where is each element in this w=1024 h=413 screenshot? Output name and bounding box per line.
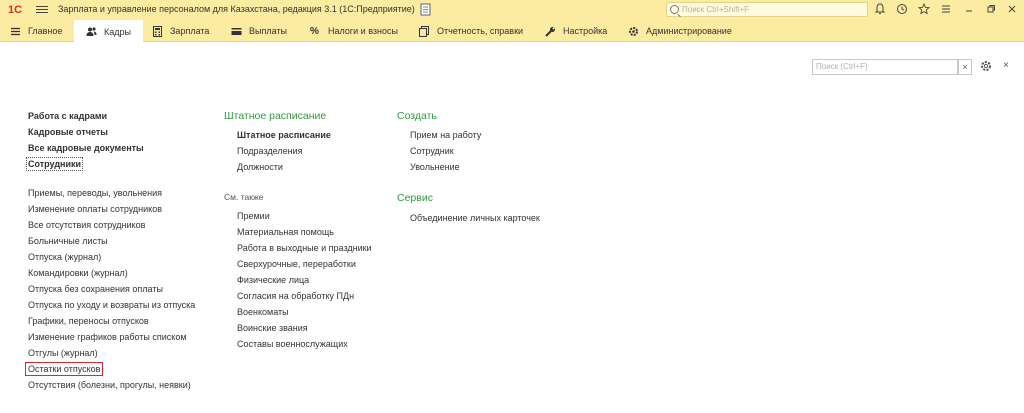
link-sick-leaves[interactable]: Больничные листы: [28, 235, 108, 247]
settings-menu-icon[interactable]: [939, 3, 953, 17]
bell-icon[interactable]: [873, 3, 887, 17]
nav-admin[interactable]: Администрирование: [628, 20, 732, 42]
link-absences[interactable]: Отсутствия (болезни, прогулы, неявки): [28, 379, 191, 391]
nav-reports-label: Отчетность, справки: [437, 26, 524, 36]
nav-main[interactable]: Главное: [10, 20, 62, 42]
nav-hr-label: Кадры: [104, 26, 131, 37]
nav-admin-label: Администрирование: [646, 26, 732, 36]
link-vacations-journal[interactable]: Отпуска (журнал): [28, 251, 101, 263]
nav-settings-label: Настройка: [563, 26, 608, 36]
heading-create: Создать: [397, 110, 437, 122]
nav-payments-label: Выплаты: [249, 26, 287, 36]
link-unpaid-leaves[interactable]: Отпуска без сохранения оплаты: [28, 283, 163, 295]
link-military-personnel[interactable]: Составы военнослужащих: [237, 338, 348, 350]
menu-lines-icon: [11, 27, 20, 35]
link-hr-reports[interactable]: Кадровые отчеты: [28, 126, 108, 138]
link-departments[interactable]: Подразделения: [237, 145, 302, 157]
window-title: Зарплата и управление персоналом для Каз…: [58, 4, 415, 14]
close-section-button[interactable]: ×: [1003, 60, 1009, 71]
card-icon: [231, 27, 242, 35]
heading-see-also: См. также: [224, 192, 264, 202]
app-logo: 1С: [8, 4, 23, 16]
global-search-input[interactable]: Поиск Ctrl+Shift+F: [666, 2, 868, 17]
link-all-absences[interactable]: Все отсутствия сотрудников: [28, 219, 145, 231]
gear-icon[interactable]: [980, 60, 992, 72]
link-overtime[interactable]: Сверхурочные, переработки: [237, 258, 356, 270]
nav-hr[interactable]: Кадры: [74, 20, 143, 43]
people-icon: [86, 27, 97, 36]
document-icon[interactable]: [420, 3, 432, 16]
link-holiday-work[interactable]: Работа в выходные и праздники: [237, 242, 372, 254]
link-pay-changes[interactable]: Изменение оплаты сотрудников: [28, 203, 162, 215]
percent-icon: %: [310, 25, 319, 37]
link-military-offices[interactable]: Военкоматы: [237, 306, 289, 318]
link-all-hr-documents[interactable]: Все кадровые документы: [28, 142, 144, 154]
close-window-icon[interactable]: [1005, 3, 1019, 17]
global-search-placeholder: Поиск Ctrl+Shift+F: [682, 5, 750, 14]
sections-panel: Главное Кадры Зарплата Выплаты % Налоги …: [0, 20, 1024, 43]
link-bonuses[interactable]: Премии: [237, 210, 270, 222]
link-data-consents[interactable]: Согласия на обработку ПДн: [237, 290, 354, 302]
link-staffing-table[interactable]: Штатное расписание: [237, 129, 331, 141]
star-icon[interactable]: [917, 2, 931, 17]
link-hirings-transfers[interactable]: Приемы, переводы, увольнения: [28, 187, 162, 199]
link-create-dismissal[interactable]: Увольнение: [410, 161, 460, 173]
heading-service: Сервис: [397, 192, 433, 204]
link-positions[interactable]: Должности: [237, 161, 283, 173]
link-hr-work[interactable]: Работа с кадрами: [28, 110, 107, 122]
link-individuals[interactable]: Физические лица: [237, 274, 309, 286]
link-schedule-changes[interactable]: Изменение графиков работы списком: [28, 331, 187, 343]
section-search-placeholder: Поиск (Ctrl+F): [816, 62, 868, 71]
link-military-ranks[interactable]: Воинские звания: [237, 322, 308, 334]
title-bar: 1С Зарплата и управление персоналом для …: [0, 0, 1024, 20]
link-vacation-schedules[interactable]: Графики, переносы отпусков: [28, 315, 149, 327]
link-financial-aid[interactable]: Материальная помощь: [237, 226, 334, 238]
wrench-icon: [545, 26, 555, 37]
nav-taxes[interactable]: % Налоги и взносы: [310, 20, 398, 42]
link-employees[interactable]: Сотрудники: [26, 157, 84, 171]
clear-search-button[interactable]: ×: [958, 59, 972, 75]
heading-staffing-table[interactable]: Штатное расписание: [224, 110, 326, 123]
nav-salary[interactable]: Зарплата: [152, 20, 209, 42]
link-parental-leaves[interactable]: Отпуска по уходу и возвраты из отпуска: [28, 299, 195, 311]
nav-settings[interactable]: Настройка: [545, 20, 607, 42]
calculator-icon: [153, 25, 162, 37]
link-create-employee[interactable]: Сотрудник: [410, 145, 454, 157]
link-vacation-balances[interactable]: Остатки отпусков: [25, 362, 104, 376]
history-icon[interactable]: [895, 3, 909, 17]
nav-main-label: Главное: [28, 26, 63, 36]
nav-salary-label: Зарплата: [170, 26, 210, 36]
minimize-icon[interactable]: [962, 3, 976, 17]
nav-reports[interactable]: Отчетность, справки: [419, 20, 523, 42]
nav-payments[interactable]: Выплаты: [231, 20, 287, 42]
nav-taxes-label: Налоги и взносы: [328, 26, 398, 36]
main-menu-icon[interactable]: [36, 4, 48, 16]
report-icon: [419, 25, 429, 37]
link-business-trips[interactable]: Командировки (журнал): [28, 267, 128, 279]
link-merge-personal-cards[interactable]: Объединение личных карточек: [410, 212, 540, 224]
link-create-hiring[interactable]: Прием на работу: [410, 129, 481, 141]
search-icon: [670, 5, 679, 14]
gear-icon: [629, 26, 638, 36]
section-search-input[interactable]: Поиск (Ctrl+F): [812, 59, 958, 75]
link-time-off-journal[interactable]: Отгулы (журнал): [28, 347, 98, 359]
restore-icon[interactable]: [984, 3, 998, 17]
